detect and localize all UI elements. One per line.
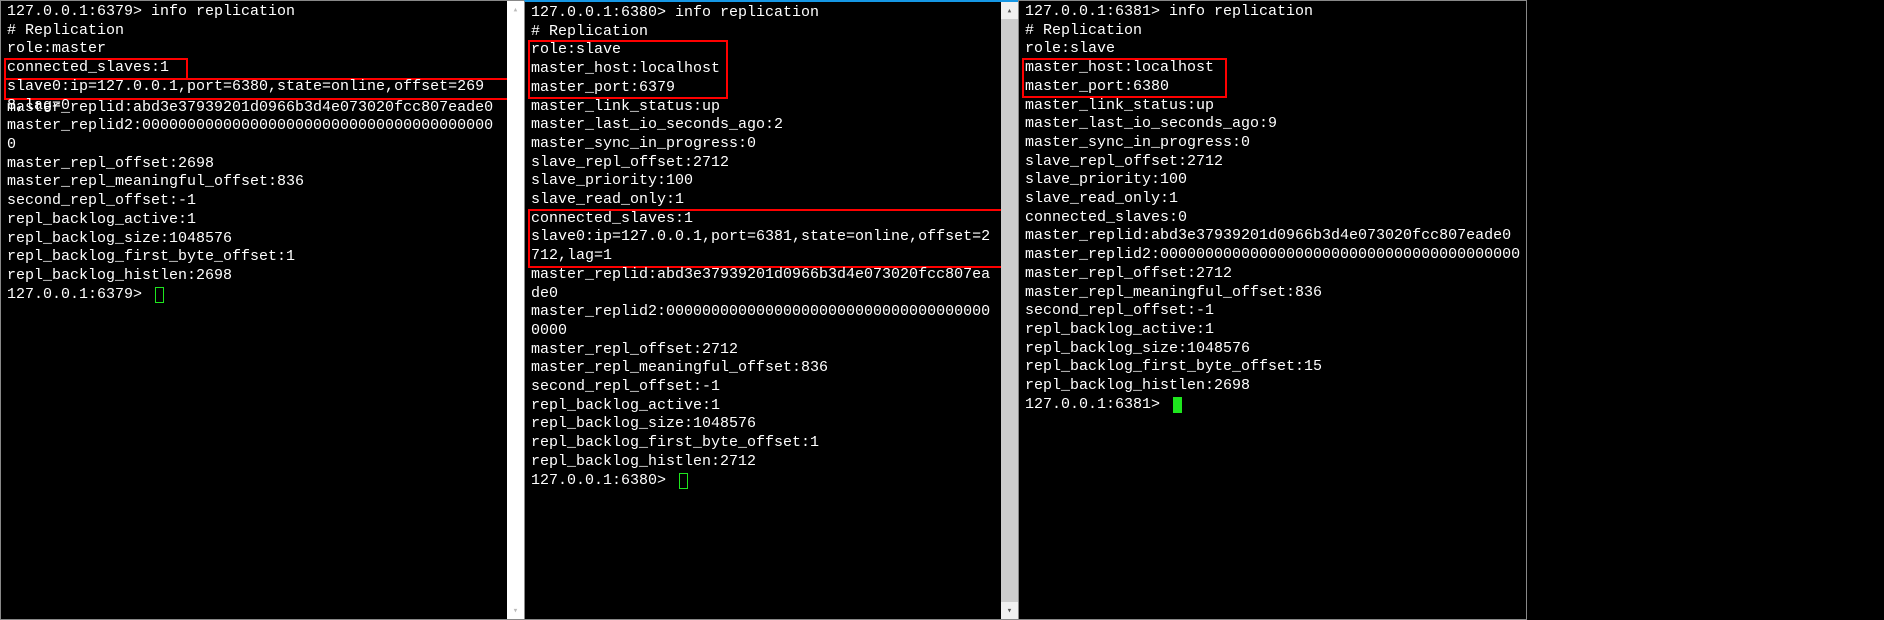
output-line: master_host:localhost bbox=[531, 60, 995, 79]
output-line: repl_backlog_first_byte_offset:1 bbox=[7, 248, 501, 267]
output-line: slave_priority:100 bbox=[1025, 171, 1520, 190]
highlighted-block: role:slave master_host:localhost master_… bbox=[531, 41, 995, 97]
output-line: master_host:localhost bbox=[1025, 59, 1520, 78]
highlighted-block: connected_slaves:1 slave0:ip=127.0.0.1,p… bbox=[7, 59, 501, 99]
output-line: master_sync_in_progress:0 bbox=[1025, 134, 1520, 153]
output-line: master_replid:abd3e37939201d0966b3d4e073… bbox=[1025, 227, 1520, 246]
cursor-icon bbox=[679, 473, 688, 489]
output-line: repl_backlog_histlen:2698 bbox=[1025, 377, 1520, 396]
terminal-pane-6379[interactable]: 127.0.0.1:6379> info replication # Repli… bbox=[0, 0, 525, 620]
terminal-pane-6381[interactable]: 127.0.0.1:6381> info replication # Repli… bbox=[1018, 0, 1527, 620]
output-line: connected_slaves:1 bbox=[7, 59, 501, 78]
output-line: # Replication bbox=[1025, 22, 1520, 41]
output-line: repl_backlog_size:1048576 bbox=[7, 230, 501, 249]
output-line: second_repl_offset:-1 bbox=[1025, 302, 1520, 321]
output-line: master_replid:abd3e37939201d0966b3d4e073… bbox=[7, 99, 501, 118]
output-line: slave_repl_offset:2712 bbox=[1025, 153, 1520, 172]
output-line: repl_backlog_active:1 bbox=[531, 397, 995, 416]
output-line: master_repl_meaningful_offset:836 bbox=[1025, 284, 1520, 303]
output-line: repl_backlog_active:1 bbox=[7, 211, 501, 230]
output-line: slave_read_only:1 bbox=[1025, 190, 1520, 209]
output-line: master_replid2:0000000000000000000000000… bbox=[7, 117, 501, 154]
output-line: repl_backlog_size:1048576 bbox=[531, 415, 995, 434]
prompt-text: 127.0.0.1:6380> bbox=[531, 472, 675, 491]
prompt-line: 127.0.0.1:6380> info replication bbox=[531, 4, 995, 23]
scroll-down-icon[interactable]: ▾ bbox=[507, 602, 524, 619]
scroll-down-icon[interactable]: ▾ bbox=[1001, 602, 1018, 619]
prompt-line: 127.0.0.1:6381> info replication bbox=[1025, 3, 1520, 22]
output-line: connected_slaves:1 bbox=[531, 210, 995, 229]
output-line: connected_slaves:0 bbox=[1025, 209, 1520, 228]
prompt-text: 127.0.0.1:6379> bbox=[7, 286, 151, 305]
output-line: repl_backlog_first_byte_offset:15 bbox=[1025, 358, 1520, 377]
output-line: slave0:ip=127.0.0.1,port=6381,state=onli… bbox=[531, 228, 995, 265]
output-line: master_replid2:0000000000000000000000000… bbox=[531, 303, 995, 340]
prompt-text: 127.0.0.1:6381> bbox=[1025, 396, 1169, 415]
prompt-ready[interactable]: 127.0.0.1:6379> bbox=[7, 286, 501, 305]
cursor-icon bbox=[1173, 397, 1182, 413]
highlighted-block: connected_slaves:1 slave0:ip=127.0.0.1,p… bbox=[531, 210, 995, 266]
scroll-up-icon[interactable]: ▴ bbox=[1001, 2, 1018, 19]
output-line: master_repl_meaningful_offset:836 bbox=[531, 359, 995, 378]
output-line: repl_backlog_first_byte_offset:1 bbox=[531, 434, 995, 453]
output-line: master_sync_in_progress:0 bbox=[531, 135, 995, 154]
output-line: master_repl_offset:2712 bbox=[1025, 265, 1520, 284]
output-line: master_link_status:up bbox=[1025, 97, 1520, 116]
output-line: role:slave bbox=[531, 41, 995, 60]
output-line: slave_read_only:1 bbox=[531, 191, 995, 210]
output-line: repl_backlog_active:1 bbox=[1025, 321, 1520, 340]
highlighted-block: master_host:localhost master_port:6380 bbox=[1025, 59, 1520, 96]
output-line: repl_backlog_histlen:2712 bbox=[531, 453, 995, 472]
scroll-up-icon[interactable]: ▴ bbox=[507, 1, 524, 18]
output-line: master_port:6380 bbox=[1025, 78, 1520, 97]
output-line: repl_backlog_histlen:2698 bbox=[7, 267, 501, 286]
output-line: slave_priority:100 bbox=[531, 172, 995, 191]
output-line: master_last_io_seconds_ago:9 bbox=[1025, 115, 1520, 134]
prompt-line: 127.0.0.1:6379> info replication bbox=[7, 3, 501, 22]
scrollbar[interactable]: ▴ ▾ bbox=[507, 1, 524, 619]
scrollbar-thumb[interactable] bbox=[1001, 19, 1018, 602]
output-line: slave_repl_offset:2712 bbox=[531, 154, 995, 173]
output-line: role:slave bbox=[1025, 40, 1520, 59]
cursor-icon bbox=[155, 287, 164, 303]
output-line: master_repl_meaningful_offset:836 bbox=[7, 173, 501, 192]
output-line: repl_backlog_size:1048576 bbox=[1025, 340, 1520, 359]
output-line: # Replication bbox=[7, 22, 501, 41]
terminal-pane-6380[interactable]: 127.0.0.1:6380> info replication # Repli… bbox=[524, 0, 1019, 620]
scrollbar[interactable]: ▴ ▾ bbox=[1001, 2, 1018, 619]
output-line: master_repl_offset:2698 bbox=[7, 155, 501, 174]
prompt-ready[interactable]: 127.0.0.1:6381> bbox=[1025, 396, 1520, 415]
output-line: master_repl_offset:2712 bbox=[531, 341, 995, 360]
output-line: # Replication bbox=[531, 23, 995, 42]
output-line: second_repl_offset:-1 bbox=[7, 192, 501, 211]
output-line: master_port:6379 bbox=[531, 79, 995, 98]
output-line: role:master bbox=[7, 40, 501, 59]
output-line: master_last_io_seconds_ago:2 bbox=[531, 116, 995, 135]
output-line: master_replid:abd3e37939201d0966b3d4e073… bbox=[531, 266, 995, 303]
prompt-ready[interactable]: 127.0.0.1:6380> bbox=[531, 472, 995, 491]
output-line: second_repl_offset:-1 bbox=[531, 378, 995, 397]
output-line: master_replid2:0000000000000000000000000… bbox=[1025, 246, 1520, 265]
output-line: master_link_status:up bbox=[531, 98, 995, 117]
